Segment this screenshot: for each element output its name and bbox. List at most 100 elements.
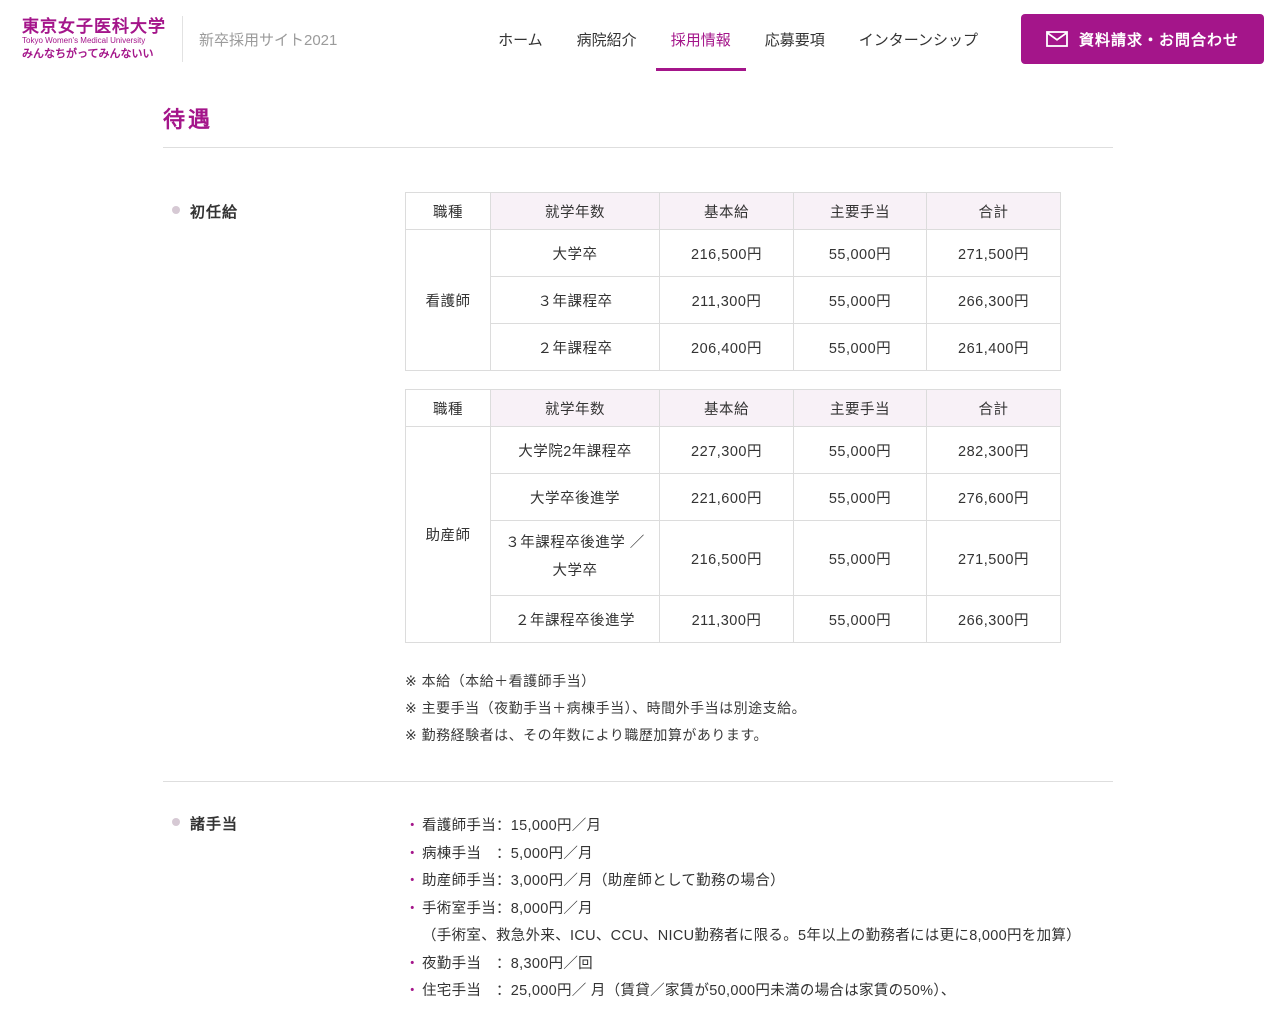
list-bullet-icon: ・ <box>405 955 420 972</box>
allowance-item-continuation: （手術室、救急外来、ICU、CCU、NICU勤務者に限る。5年以上の勤務者には更… <box>405 923 1113 951</box>
cell-base-salary: 216,500円 <box>659 520 794 596</box>
col-header-main-allowance: 主要手当 <box>793 389 927 427</box>
cell-education-line2: 大学卒 <box>552 563 598 579</box>
list-bullet-icon: ・ <box>405 900 420 917</box>
allowance-item-text: 住宅手当 ：25,000円／ 月（賃貸／家賃が50,000円未満の場合は家賃の5… <box>422 983 956 999</box>
note-line: ※ 本給（本給＋看護師手当） <box>405 673 596 689</box>
col-header-education: 就学年数 <box>490 192 660 230</box>
cell-total: 266,300円 <box>926 595 1061 643</box>
col-header-education: 就学年数 <box>490 389 660 427</box>
nav-item-application-guidelines[interactable]: 応募要項 <box>750 7 840 71</box>
cell-total: 271,500円 <box>926 229 1061 277</box>
allowance-item-text: 手術室手当：8,000円／月 <box>422 900 593 917</box>
main-content: 待遇 初任給 職種 就学年数 基本給 主要手当 合計 看護師 大学卒 216,5… <box>0 102 1280 1018</box>
cell-main-allowance: 55,000円 <box>793 520 927 596</box>
table-row: 大学卒後進学 221,600円 55,000円 276,600円 <box>406 473 1061 521</box>
cell-main-allowance: 55,000円 <box>793 229 927 277</box>
table-row: ２年課程卒 206,400円 55,000円 261,400円 <box>406 323 1061 371</box>
bullet-dot-icon <box>172 206 180 214</box>
logo-title: 東京女子医科大学 <box>22 17 166 37</box>
cell-education: 大学卒 <box>490 229 660 277</box>
cell-education: 大学院2年課程卒 <box>490 426 660 474</box>
cell-main-allowance: 55,000円 <box>793 323 927 371</box>
contact-button-label: 資料請求・お問合わせ <box>1078 31 1239 49</box>
cell-main-allowance: 55,000円 <box>793 595 927 643</box>
nav-item-home[interactable]: ホーム <box>483 7 558 71</box>
cell-education: ３年課程卒後進学 ／ 大学卒 <box>490 520 660 596</box>
table-row: 看護師 大学卒 216,500円 55,000円 271,500円 <box>405 229 1061 371</box>
main-nav: ホーム 病院紹介 採用情報 応募要項 インターンシップ <box>481 0 995 78</box>
allowance-item: ・ 助産師手当：3,000円／月（助産師として勤務の場合） <box>405 868 1113 896</box>
salary-table-midwife: 職種 就学年数 基本給 主要手当 合計 助産師 大学院2年課程卒 227,300… <box>405 389 1061 643</box>
list-bullet-icon: ・ <box>405 845 420 862</box>
section-label-allowances: 諸手当 <box>163 804 405 1006</box>
cell-main-allowance: 55,000円 <box>793 276 927 324</box>
col-header-base-salary: 基本給 <box>659 192 794 230</box>
cell-total: 271,500円 <box>926 520 1061 596</box>
logo-subtitle: Tokyo Women's Medical University <box>22 36 146 46</box>
cell-main-allowance: 55,000円 <box>793 426 927 474</box>
section-divider <box>163 781 1113 782</box>
section-allowances: 諸手当 ・ 看護師手当：15,000円／月 ・ 病棟手当 ：5,000円／月 ・… <box>163 804 1113 1006</box>
allowance-item-text: 助産師手当：3,000円／月（助産師として勤務の場合） <box>422 873 785 889</box>
col-header-base-salary: 基本給 <box>659 389 794 427</box>
allowance-item-text: （手術室、救急外来、ICU、CCU、NICU勤務者に限る。5年以上の勤務者には更… <box>422 928 1081 944</box>
salary-notes: ※ 本給（本給＋看護師手当） ※ 主要手当（夜勤手当＋病棟手当）、時間外手当は別… <box>405 668 1113 749</box>
cell-total: 261,400円 <box>926 323 1061 371</box>
col-header-total: 合計 <box>926 389 1061 427</box>
section-starting-salary: 初任給 職種 就学年数 基本給 主要手当 合計 看護師 大学卒 216,500円… <box>163 192 1113 749</box>
nav-item-hospital-intro[interactable]: 病院紹介 <box>562 7 652 71</box>
bullet-dot-icon <box>172 818 180 826</box>
table-header-row: 職種 就学年数 基本給 主要手当 合計 <box>405 192 1061 230</box>
cell-total: 266,300円 <box>926 276 1061 324</box>
list-bullet-icon: ・ <box>405 873 420 889</box>
starting-salary-content: 職種 就学年数 基本給 主要手当 合計 看護師 大学卒 216,500円 55,… <box>405 192 1113 749</box>
allowance-list: ・ 看護師手当：15,000円／月 ・ 病棟手当 ：5,000円／月 ・ 助産師… <box>405 804 1113 1006</box>
cell-education: ３年課程卒 <box>490 276 660 324</box>
allowance-item: ・ 手術室手当：8,000円／月 <box>405 896 1113 924</box>
allowance-item: ・ 夜勤手当 ：8,300円／回 <box>405 951 1113 979</box>
cell-base-salary: 221,600円 <box>659 473 794 521</box>
site-name: 新卒採用サイト2021 <box>199 31 338 49</box>
cell-base-salary: 227,300円 <box>659 426 794 474</box>
list-bullet-icon: ・ <box>405 818 420 834</box>
table-row: ３年課程卒後進学 ／ 大学卒 216,500円 55,000円 271,500円 <box>406 520 1061 596</box>
cell-base-salary: 211,300円 <box>659 595 794 643</box>
note-line: ※ 勤務経験者は、その年数により職歴加算があります。 <box>405 727 768 743</box>
page-title: 待遇 <box>163 107 214 132</box>
job-cell-nurse: 看護師 <box>405 229 491 371</box>
note-line: ※ 主要手当（夜勤手当＋病棟手当）、時間外手当は別途支給。 <box>405 700 807 716</box>
table-header-row: 職種 就学年数 基本給 主要手当 合計 <box>405 389 1061 427</box>
mail-icon <box>1046 31 1068 47</box>
job-cell-midwife: 助産師 <box>405 426 491 643</box>
col-header-job-type: 職種 <box>405 192 491 230</box>
cell-base-salary: 206,400円 <box>659 323 794 371</box>
allowance-item: ・ 看護師手当：15,000円／月 <box>405 813 1113 841</box>
allowance-item: ・ 住宅手当 ：25,000円／ 月（賃貸／家賃が50,000円未満の場合は家賃… <box>405 978 1113 1006</box>
allowance-item: ・ 病棟手当 ：5,000円／月 <box>405 841 1113 869</box>
nav-item-internship[interactable]: インターンシップ <box>844 7 993 71</box>
cell-main-allowance: 55,000円 <box>793 473 927 521</box>
allowance-item-text: 病棟手当 ：5,000円／月 <box>422 845 593 862</box>
allowance-item-text: 看護師手当：15,000円／月 <box>422 818 602 834</box>
col-header-total: 合計 <box>926 192 1061 230</box>
header: 東京女子医科大学 Tokyo Women's Medical Universit… <box>0 0 1280 78</box>
table-row: ３年課程卒 211,300円 55,000円 266,300円 <box>406 276 1061 324</box>
salary-table-nurse: 職種 就学年数 基本給 主要手当 合計 看護師 大学卒 216,500円 55,… <box>405 192 1061 371</box>
cell-education: 大学卒後進学 <box>490 473 660 521</box>
title-divider <box>163 147 1113 148</box>
cell-education-line1: ３年課程卒後進学 ／ <box>505 535 645 552</box>
logo[interactable]: 東京女子医科大学 Tokyo Women's Medical Universit… <box>22 17 166 60</box>
cell-base-salary: 211,300円 <box>659 276 794 324</box>
col-header-job-type: 職種 <box>405 389 491 427</box>
cell-total: 276,600円 <box>926 473 1061 521</box>
nav-item-recruit-info[interactable]: 採用情報 <box>655 7 746 71</box>
allowance-item-text: 夜勤手当 ：8,300円／回 <box>422 955 593 972</box>
contact-button[interactable]: 資料請求・お問合わせ <box>1020 14 1264 64</box>
list-bullet-icon: ・ <box>405 983 420 999</box>
table-row: ２年課程卒後進学 211,300円 55,000円 266,300円 <box>406 595 1061 643</box>
section-label-text: 諸手当 <box>190 816 239 833</box>
cell-education: ２年課程卒 <box>490 323 660 371</box>
section-label-text: 初任給 <box>190 204 239 221</box>
logo-tagline: みんなちがってみんないい <box>22 48 154 61</box>
